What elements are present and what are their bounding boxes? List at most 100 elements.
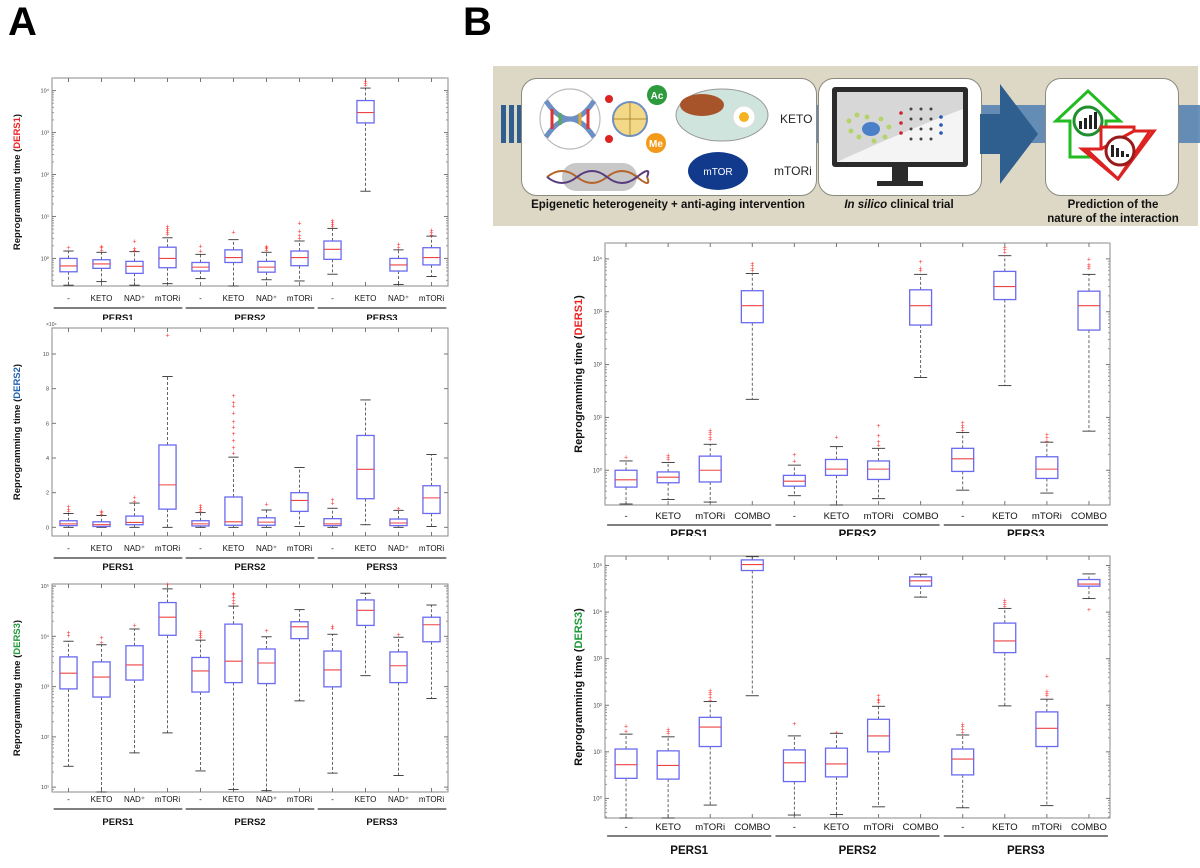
iqr-box bbox=[125, 260, 144, 275]
outlier-point: + bbox=[1087, 607, 1091, 614]
y-tick-label: 10⁴ bbox=[41, 633, 50, 640]
outlier-point: + bbox=[231, 419, 235, 426]
x-category-label: - bbox=[199, 795, 202, 804]
iqr-box bbox=[158, 246, 177, 269]
iqr-box bbox=[356, 99, 375, 124]
group-label: PERS3 bbox=[1007, 529, 1045, 536]
in-silico-card bbox=[818, 78, 982, 196]
outlier-point: + bbox=[99, 244, 103, 251]
outlier-point: + bbox=[792, 458, 796, 465]
x-category-label: - bbox=[199, 544, 202, 553]
iqr-box bbox=[59, 257, 78, 273]
x-category-label: COMBO bbox=[1071, 822, 1107, 833]
panel-b-label: B bbox=[463, 0, 492, 44]
outlier-point: + bbox=[919, 265, 923, 272]
x-category-label: COMBO bbox=[734, 511, 770, 522]
mtor-label: mTOR bbox=[703, 167, 732, 178]
y-tick-label: 2 bbox=[46, 491, 49, 497]
iqr-box bbox=[290, 250, 309, 267]
iqr-box bbox=[993, 270, 1017, 301]
x-category-label: COMBO bbox=[734, 822, 770, 833]
group-label: PERS1 bbox=[670, 845, 708, 857]
epigenetics-illustration: Ac Me KETO mTOR mTORi bbox=[539, 85, 812, 191]
plot-frame bbox=[604, 242, 1111, 506]
me-label: Me bbox=[649, 139, 663, 150]
outlier-point: + bbox=[264, 501, 268, 508]
y-axis-label-prefix: Reprogramming time ( bbox=[12, 654, 23, 756]
y-tick-label: 10¹ bbox=[593, 415, 602, 421]
x-category-label: mTORi bbox=[419, 544, 444, 553]
outlier-point: + bbox=[231, 431, 235, 438]
outlier-point: + bbox=[231, 591, 235, 598]
group-label: PERS3 bbox=[366, 817, 397, 828]
outlier-point: + bbox=[165, 332, 169, 339]
outlier-point: + bbox=[330, 497, 334, 504]
y-axis-label-series: DERS1 bbox=[573, 299, 585, 336]
iqr-box bbox=[1035, 711, 1059, 748]
iqr-box bbox=[323, 240, 342, 261]
group-label: PERS3 bbox=[366, 562, 397, 570]
x-category-label: mTORi bbox=[864, 822, 894, 833]
iqr-box bbox=[125, 515, 144, 526]
iqr-box bbox=[698, 716, 722, 748]
x-category-label: mTORi bbox=[864, 511, 894, 522]
y-tick-label: 10² bbox=[41, 735, 49, 741]
outlier-point: + bbox=[165, 582, 169, 589]
x-category-label: KETO bbox=[355, 544, 377, 553]
iqr-box bbox=[951, 447, 975, 473]
x-category-label: NAD⁺ bbox=[124, 795, 145, 804]
iqr-box bbox=[824, 747, 849, 778]
group-label: PERS2 bbox=[839, 529, 877, 536]
x-category-label: - bbox=[961, 511, 964, 522]
outlier-point: + bbox=[99, 635, 103, 642]
y-axis-label-suffix: ) bbox=[12, 620, 23, 623]
outlier-point: + bbox=[834, 730, 838, 737]
x-category-label: NAD⁺ bbox=[256, 795, 277, 804]
x-category-label: - bbox=[793, 822, 796, 833]
iqr-box bbox=[422, 616, 441, 643]
cell-node-icon bbox=[862, 122, 880, 136]
y-tick-label: 10 bbox=[43, 352, 49, 358]
stage3-caption: Prediction of the nature of the interact… bbox=[1033, 198, 1193, 226]
outlier-point: + bbox=[264, 244, 268, 251]
x-category-label: - bbox=[793, 511, 796, 522]
outlier-point: + bbox=[1045, 674, 1049, 681]
outlier-point: + bbox=[132, 622, 136, 629]
iqr-box bbox=[257, 517, 276, 526]
flow-arrow-icon bbox=[980, 84, 1038, 184]
iqr-box bbox=[993, 622, 1017, 654]
outlier-point: + bbox=[132, 246, 136, 253]
y-axis-label-suffix: ) bbox=[573, 608, 585, 612]
chart-b-ders3: 10⁰ 10¹ 10² 10³ 10⁴ 10⁵ Reprogramming time (DE… bbox=[573, 555, 1111, 857]
iqr-box bbox=[290, 492, 309, 513]
iqr-box bbox=[740, 559, 764, 572]
y-tick-label: 10⁰ bbox=[593, 795, 603, 802]
stage2-caption-italic: In silico bbox=[844, 199, 888, 211]
y-tick-label: 10⁴ bbox=[593, 256, 603, 263]
x-category-label: mTORi bbox=[287, 544, 312, 553]
iqr-box bbox=[323, 518, 342, 527]
iqr-box bbox=[422, 485, 441, 515]
stage1-caption: Epigenetic heterogeneity + anti-aging in… bbox=[531, 199, 805, 211]
chart-b-ders1: 10⁰ 10¹ 10² 10³ 10⁴ Reprogramming time (DERS1… bbox=[573, 242, 1111, 536]
x-category-label: NAD⁺ bbox=[124, 294, 145, 303]
y-axis-label-suffix: ) bbox=[573, 295, 585, 299]
x-category-label: mTORi bbox=[287, 294, 312, 303]
y-axis-label-suffix: ) bbox=[12, 364, 23, 367]
egg-icon bbox=[739, 112, 749, 122]
y-tick-label: 10² bbox=[41, 173, 49, 179]
x-category-label: - bbox=[624, 822, 627, 833]
chromatin-icon bbox=[562, 163, 637, 191]
stage3-caption-line1: Prediction of the bbox=[1067, 199, 1159, 211]
x-category-label: COMBO bbox=[1071, 511, 1107, 522]
y-tick-label: 10³ bbox=[41, 685, 49, 691]
keto-label: KETO bbox=[780, 112, 812, 126]
outlier-point: + bbox=[1045, 432, 1049, 439]
x-category-label: mTORi bbox=[155, 544, 180, 553]
outlier-point: + bbox=[624, 454, 628, 461]
x-category-label: KETO bbox=[992, 511, 1018, 522]
iqr-box bbox=[224, 496, 243, 526]
outlier-point: + bbox=[876, 433, 880, 440]
outlier-point: + bbox=[198, 243, 202, 250]
stage3-caption-line2: nature of the interaction bbox=[1047, 213, 1179, 225]
